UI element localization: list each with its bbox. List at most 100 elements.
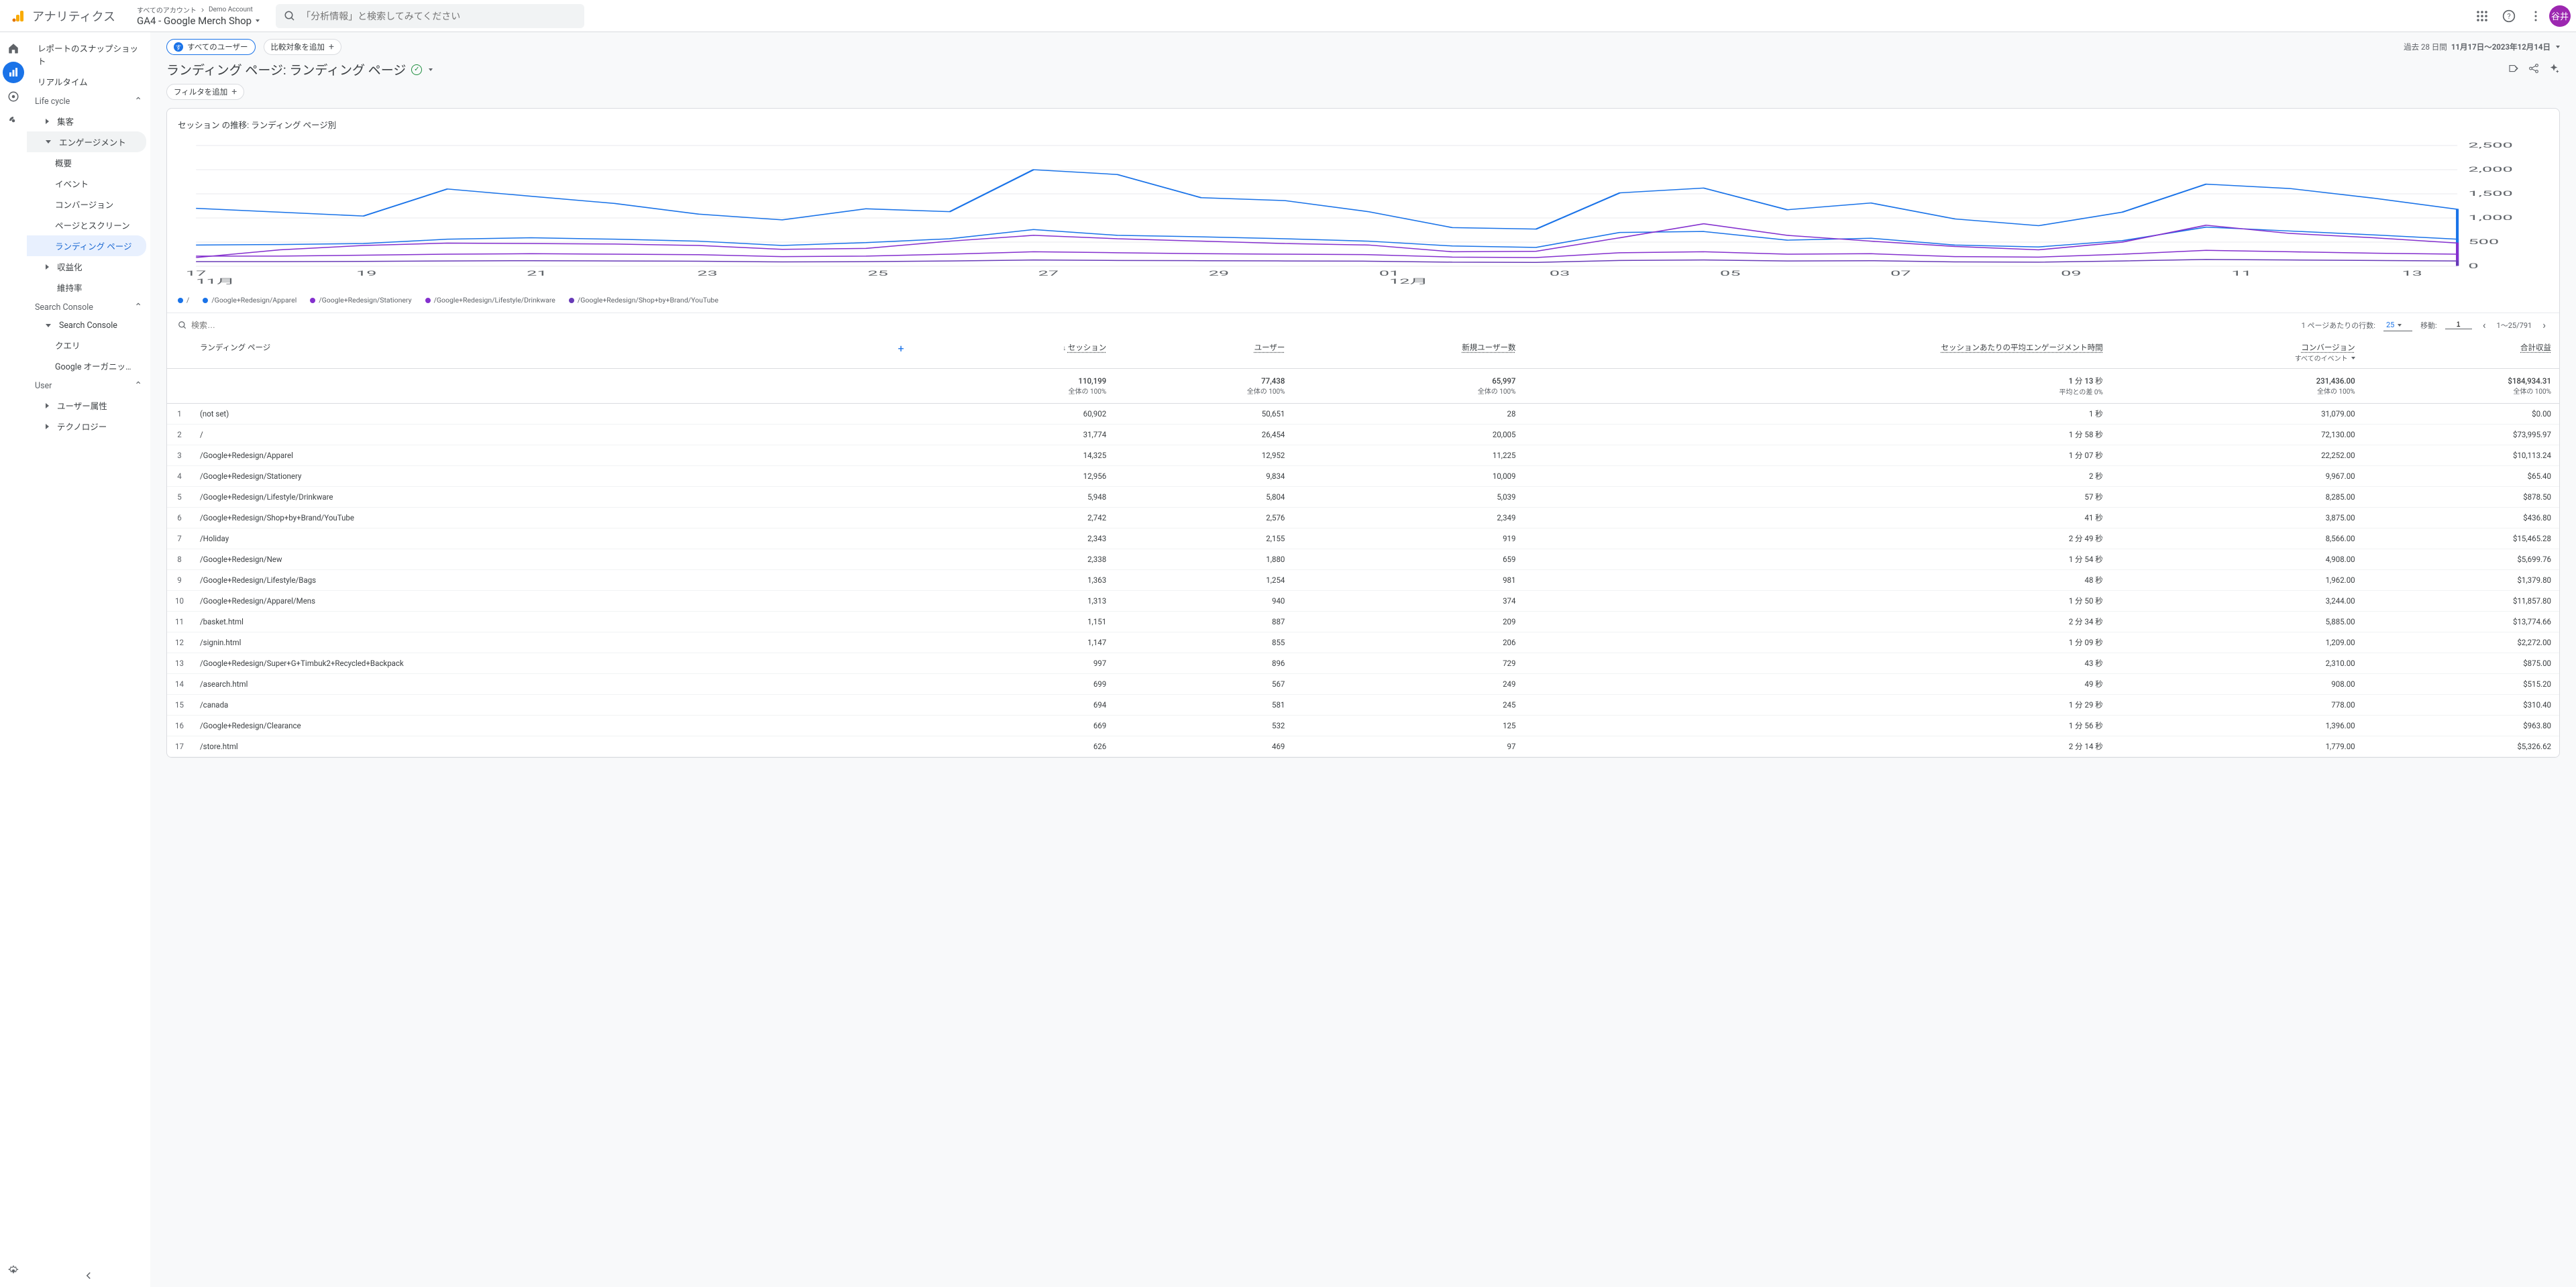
table-row[interactable]: 14/asearch.html69956724949 秒908.00$515.2… [167, 674, 2559, 695]
chevron-down-icon [256, 19, 260, 22]
nav-user-attrs[interactable]: ユーザー属性 [27, 395, 146, 416]
nav-acquisition[interactable]: 集客 [27, 111, 146, 131]
page-title: ランディング ページ: ランディング ページ [166, 60, 406, 78]
svg-text:500: 500 [2468, 238, 2499, 246]
legend-item[interactable]: / [178, 296, 189, 304]
svg-text:?: ? [2507, 12, 2510, 21]
table-row[interactable]: 13/Google+Redesign/Super+G+Timbuk2+Recyc… [167, 653, 2559, 674]
feedback-icon[interactable] [2522, 3, 2549, 30]
legend-item[interactable]: /Google+Redesign/Apparel [203, 296, 297, 304]
svg-text:29: 29 [1209, 270, 1230, 278]
table-row[interactable]: 8/Google+Redesign/New2,3381,8806591 分 54… [167, 549, 2559, 570]
insights-icon[interactable] [2548, 62, 2560, 77]
table-row[interactable]: 17/store.html626469972 分 14 秒1,779.00$5,… [167, 736, 2559, 757]
data-table: ランディング ページ+ ↓ セッション ユーザー 新規ユーザー数 セッションあた… [167, 337, 2559, 757]
prev-page-button[interactable]: ‹ [2480, 319, 2489, 331]
col-sessions[interactable]: ↓ セッション [918, 337, 1115, 369]
nav-realtime[interactable]: リアルタイム [27, 71, 146, 92]
share-icon[interactable] [2528, 62, 2540, 77]
col-new-users[interactable]: 新規ユーザー数 [1293, 337, 1523, 369]
rail-home[interactable] [3, 38, 24, 59]
goto-label: 移動: [2420, 320, 2437, 331]
svg-text:25: 25 [867, 270, 888, 278]
nav-pages[interactable]: ページとスクリーン [27, 215, 146, 235]
nav-snapshot[interactable]: レポートのスナップショット [27, 38, 146, 71]
svg-text:05: 05 [1720, 270, 1741, 278]
rail-explore[interactable] [3, 86, 24, 107]
chevron-down-icon [2556, 46, 2560, 48]
nav-retention[interactable]: 維持率 [27, 277, 146, 298]
table-row[interactable]: 15/canada6945812451 分 29 秒778.00$310.40 [167, 695, 2559, 716]
nav-overview[interactable]: 概要 [27, 152, 146, 173]
legend-item[interactable]: /Google+Redesign/Stationery [310, 296, 411, 304]
nav-tech[interactable]: テクノロジー [27, 416, 146, 437]
rows-per-page-select[interactable]: 25 [2383, 319, 2412, 331]
col-conversions[interactable]: コンバージョンすべてのイベント [2111, 337, 2363, 369]
customize-icon[interactable] [2508, 62, 2520, 77]
icon-rail [0, 32, 27, 1287]
table-row[interactable]: 10/Google+Redesign/Apparel/Mens1,3139403… [167, 591, 2559, 612]
legend-item[interactable]: /Google+Redesign/Shop+by+Brand/YouTube [569, 296, 718, 304]
top-header: アナリティクス すべてのアカウント Demo Account GA4 - Goo… [0, 0, 2576, 32]
table-row[interactable]: 2/31,77426,45420,0051 分 58 秒72,130.00$73… [167, 425, 2559, 445]
chevron-down-icon [46, 324, 51, 327]
nav-user[interactable]: User⌃ [27, 376, 150, 395]
goto-input[interactable] [2445, 321, 2472, 329]
svg-text:17: 17 [186, 270, 207, 278]
rail-admin[interactable] [3, 1260, 24, 1282]
next-page-button[interactable]: › [2540, 319, 2548, 331]
svg-text:19: 19 [356, 270, 377, 278]
table-row[interactable]: 12/signin.html1,1478552061 分 09 秒1,209.0… [167, 632, 2559, 653]
nav-landing[interactable]: ランディング ページ [27, 235, 146, 256]
svg-text:2,500: 2,500 [2468, 142, 2512, 150]
nav-queries[interactable]: クエリ [27, 335, 146, 355]
avatar[interactable]: 谷井 [2549, 5, 2571, 27]
rail-reports[interactable] [3, 62, 24, 83]
table-search[interactable] [178, 321, 295, 330]
chip-all-users[interactable]: すすべてのユーザー [166, 39, 256, 55]
table-row[interactable]: 6/Google+Redesign/Shop+by+Brand/YouTube2… [167, 508, 2559, 528]
product-name: アナリティクス [32, 7, 115, 25]
chevron-down-icon [46, 140, 51, 144]
date-range-picker[interactable]: 過去 28 日間 11月17日～2023年12月14日 [2404, 42, 2560, 52]
rail-advertising[interactable] [3, 110, 24, 131]
breadcrumb: すべてのアカウント Demo Account [137, 5, 260, 15]
nav-lifecycle[interactable]: Life cycle⌃ [27, 92, 150, 111]
chevron-down-icon[interactable] [429, 68, 433, 71]
table-row[interactable]: 3/Google+Redesign/Apparel14,32512,95211,… [167, 445, 2559, 466]
apps-icon[interactable] [2469, 3, 2496, 30]
table-row[interactable]: 1(not set)60,90250,651281 秒31,079.00$0.0… [167, 404, 2559, 425]
collapse-nav-button[interactable] [27, 1270, 150, 1282]
nav-engagement[interactable]: エンゲージメント [27, 131, 146, 152]
chip-add-compare[interactable]: 比較対象を追加+ [264, 39, 341, 55]
table-row[interactable]: 5/Google+Redesign/Lifestyle/Drinkware5,9… [167, 487, 2559, 508]
nav-conversions[interactable]: コンバージョン [27, 194, 146, 215]
property-picker[interactable]: すべてのアカウント Demo Account GA4 - Google Merc… [137, 2, 260, 30]
table-row[interactable]: 11/basket.html1,1518872092 分 34 秒5,885.0… [167, 612, 2559, 632]
svg-text:13: 13 [2402, 270, 2422, 278]
main-content: すすべてのユーザー 比較対象を追加+ 過去 28 日間 11月17日～2023年… [150, 32, 2576, 1287]
col-dimension[interactable]: ランディング ページ+ [192, 337, 918, 369]
users-icon: す [174, 42, 183, 52]
logo[interactable]: アナリティクス [5, 7, 121, 25]
search-input[interactable] [276, 4, 584, 28]
chart-title: セッション の推移: ランディング ページ別 [167, 109, 2559, 133]
nav-search-console-sub[interactable]: Search Console [27, 317, 146, 335]
col-users[interactable]: ユーザー [1114, 337, 1293, 369]
table-row[interactable]: 16/Google+Redesign/Clearance6695321251 分… [167, 716, 2559, 736]
svg-text:1,500: 1,500 [2468, 190, 2512, 198]
col-revenue[interactable]: 合計収益 [2363, 337, 2559, 369]
nav-events[interactable]: イベント [27, 173, 146, 194]
legend-item[interactable]: /Google+Redesign/Lifestyle/Drinkware [425, 296, 555, 304]
nav-monetization[interactable]: 収益化 [27, 256, 146, 277]
table-row[interactable]: 7/Holiday2,3432,1559192 分 49 秒8,566.00$1… [167, 528, 2559, 549]
svg-text:03: 03 [1550, 270, 1570, 278]
chip-add-filter[interactable]: フィルタを追加+ [166, 84, 244, 100]
table-row[interactable]: 4/Google+Redesign/Stationery12,9569,8341… [167, 466, 2559, 487]
nav-search-console[interactable]: Search Console⌃ [27, 298, 150, 317]
help-icon[interactable]: ? [2496, 3, 2522, 30]
add-dimension-button[interactable]: + [893, 342, 910, 355]
nav-google-organic[interactable]: Google オーガニック検索レ… [27, 355, 146, 376]
col-avg-engagement[interactable]: セッションあたりの平均エンゲージメント時間 [1523, 337, 2110, 369]
table-row[interactable]: 9/Google+Redesign/Lifestyle/Bags1,3631,2… [167, 570, 2559, 591]
